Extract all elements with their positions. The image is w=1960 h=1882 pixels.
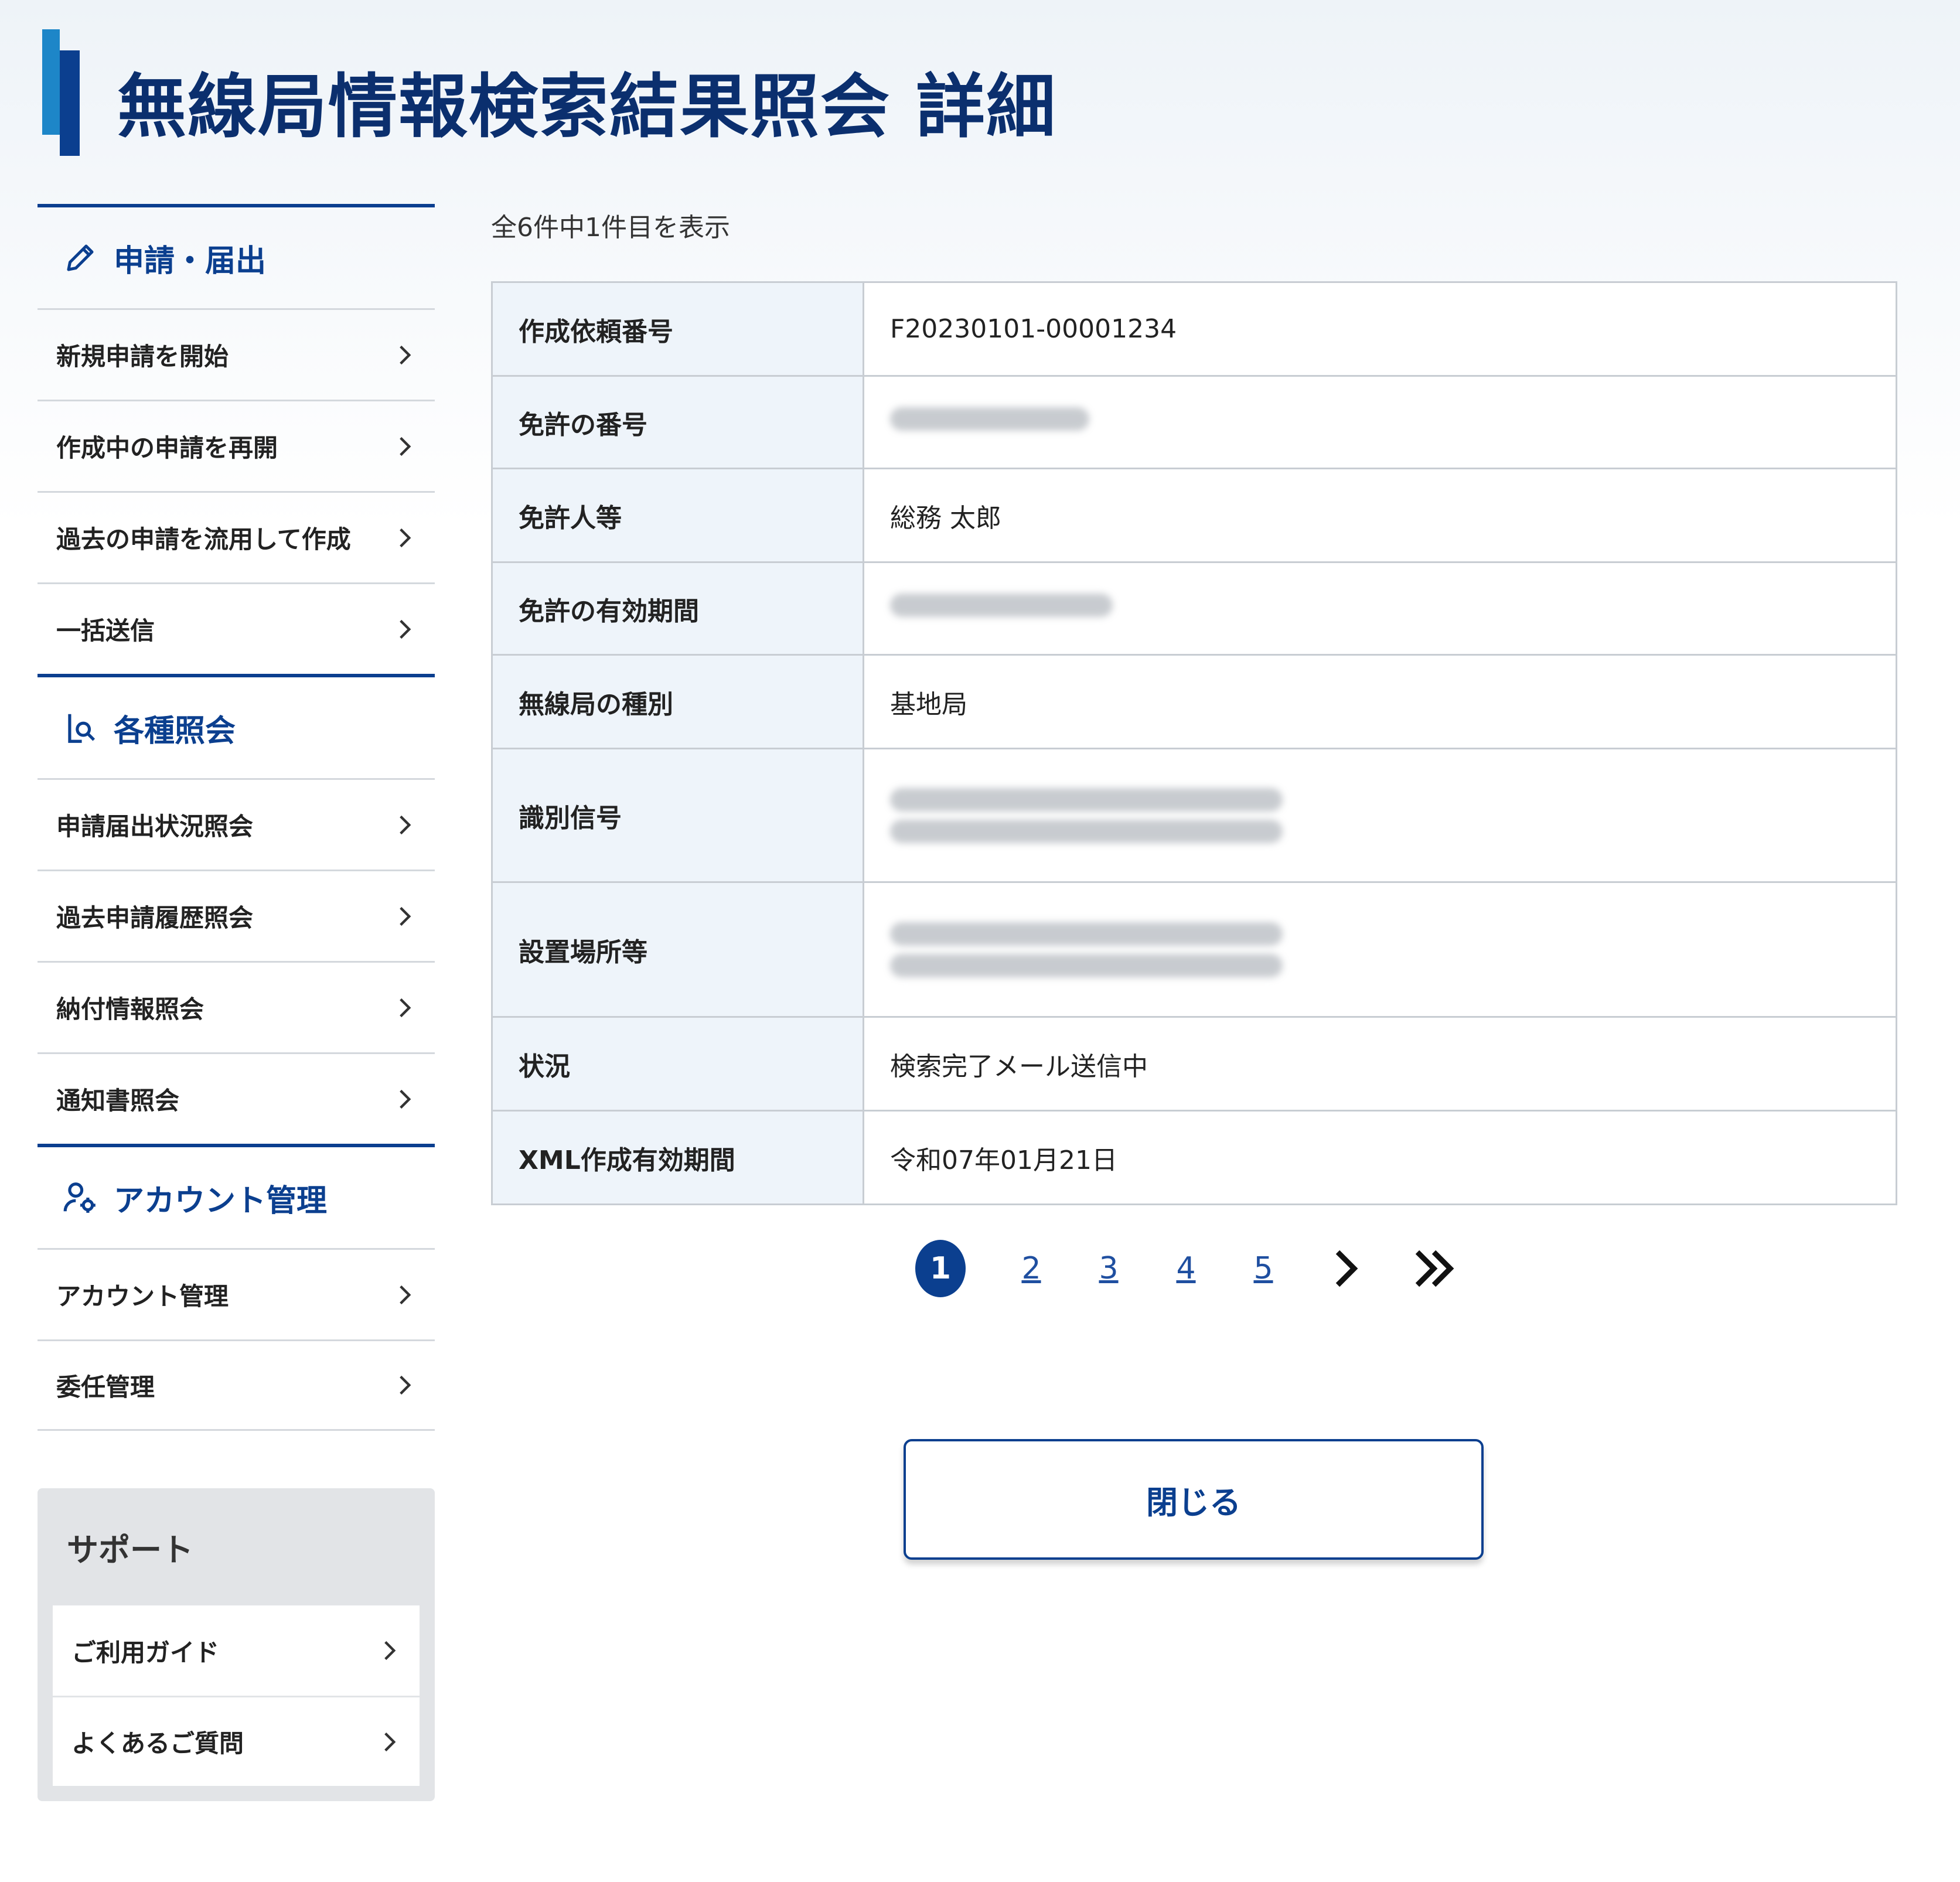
- page-link-5[interactable]: 5: [1225, 1251, 1302, 1286]
- close-button[interactable]: 閉じる: [904, 1439, 1484, 1560]
- result-count: 全6件中1件目を表示: [491, 213, 730, 243]
- support-panel: サポート ご利用ガイド よくあるご質問: [38, 1488, 435, 1801]
- chevron-right-icon: [395, 1089, 415, 1109]
- table-row: 免許人等 総務 太郎: [491, 468, 1897, 563]
- page-link-2[interactable]: 2: [993, 1251, 1070, 1286]
- chevron-right-icon: [395, 619, 415, 639]
- page-link-3[interactable]: 3: [1070, 1251, 1147, 1286]
- sidebar: 申請・届出 新規申請を開始 作成中の申請を再開 過去の申請を流用して作成 一括送…: [38, 204, 435, 1431]
- table-row: XML作成有効期間 令和07年01月21日: [491, 1110, 1897, 1205]
- page-current: 1: [915, 1240, 966, 1297]
- chevron-right-icon: [395, 998, 415, 1018]
- table-row: 状況 検索完了メール送信中: [491, 1016, 1897, 1112]
- sidebar-item-history-inquiry[interactable]: 過去申請履歴照会: [38, 870, 435, 961]
- sidebar-item-reuse-application[interactable]: 過去の申請を流用して作成: [38, 491, 435, 582]
- sidebar-item-label: 通知書照会: [56, 1086, 180, 1115]
- row-value-redacted: [863, 561, 1897, 656]
- sidebar-section-inquiry: 各種照会: [38, 674, 435, 778]
- row-value-redacted: [863, 881, 1897, 1018]
- user-gear-icon: [61, 1178, 100, 1217]
- sidebar-item-resume-application[interactable]: 作成中の申請を再開: [38, 400, 435, 491]
- chevron-right-icon: [395, 1285, 415, 1305]
- document-search-icon: [61, 708, 100, 747]
- row-value: 総務 太郎: [863, 468, 1897, 563]
- support-item-faq[interactable]: よくあるご質問: [53, 1696, 420, 1786]
- sidebar-section-account: アカウント管理: [38, 1144, 435, 1248]
- chevron-right-icon: [395, 437, 415, 456]
- chevron-right-icon: [380, 1732, 400, 1752]
- row-value: 令和07年01月21日: [863, 1110, 1897, 1205]
- row-value: F20230101-00001234: [863, 281, 1897, 377]
- detail-table: 作成依頼番号 F20230101-00001234 免許の番号 免許人等 総務 …: [491, 281, 1897, 1205]
- sidebar-item-new-application[interactable]: 新規申請を開始: [38, 308, 435, 400]
- table-row: 免許の番号: [491, 375, 1897, 469]
- sidebar-section-application: 申請・届出: [38, 204, 435, 308]
- table-row: 免許の有効期間: [491, 561, 1897, 656]
- chevron-right-icon: [380, 1641, 400, 1661]
- chevron-right-icon: [395, 815, 415, 835]
- table-row: 無線局の種別 基地局: [491, 654, 1897, 749]
- row-label: 作成依頼番号: [491, 281, 864, 377]
- sidebar-section-title: アカウント管理: [114, 1183, 328, 1219]
- row-label: XML作成有効期間: [491, 1110, 864, 1205]
- support-item-label: ご利用ガイド: [71, 1638, 220, 1667]
- last-page-icon[interactable]: [1390, 1248, 1478, 1289]
- sidebar-item-delegation-management[interactable]: 委任管理: [38, 1339, 435, 1431]
- pagination: 1 2 3 4 5: [915, 1236, 1478, 1301]
- table-row: 識別信号: [491, 748, 1897, 883]
- row-value: 検索完了メール送信中: [863, 1016, 1897, 1112]
- sidebar-item-label: 過去の申請を流用して作成: [56, 525, 351, 554]
- sidebar-item-label: アカウント管理: [56, 1282, 229, 1311]
- row-label: 免許の番号: [491, 375, 864, 469]
- page-header: 無線局情報検索結果照会 詳細: [42, 27, 1917, 156]
- row-value-redacted: [863, 375, 1897, 469]
- sidebar-item-payment-inquiry[interactable]: 納付情報照会: [38, 961, 435, 1052]
- page: 無線局情報検索結果照会 詳細 申請・届出 新規申請を開始 作成中の申請を再開 過…: [0, 0, 1960, 1882]
- chevron-right-icon: [395, 345, 415, 365]
- row-label: 識別信号: [491, 748, 864, 883]
- sidebar-item-account-management[interactable]: アカウント管理: [38, 1248, 435, 1339]
- title-accent-bar: [42, 29, 80, 158]
- sidebar-section-title: 各種照会: [114, 713, 236, 749]
- sidebar-item-label: 一括送信: [56, 616, 155, 645]
- sidebar-item-label: 申請届出状況照会: [56, 812, 254, 841]
- sidebar-item-label: 作成中の申請を再開: [56, 434, 278, 462]
- row-value: 基地局: [863, 654, 1897, 749]
- row-label: 状況: [491, 1016, 864, 1112]
- row-label: 無線局の種別: [491, 654, 864, 749]
- table-row: 設置場所等: [491, 881, 1897, 1018]
- row-value-redacted: [863, 748, 1897, 883]
- sidebar-item-status-inquiry[interactable]: 申請届出状況照会: [38, 778, 435, 870]
- sidebar-item-label: 納付情報照会: [56, 995, 204, 1024]
- chevron-right-icon: [395, 528, 415, 548]
- row-label: 免許人等: [491, 468, 864, 563]
- table-row: 作成依頼番号 F20230101-00001234: [491, 281, 1897, 377]
- pencil-icon: [61, 238, 100, 277]
- support-item-label: よくあるご質問: [71, 1729, 244, 1758]
- next-page-icon[interactable]: [1302, 1248, 1390, 1289]
- sidebar-item-label: 委任管理: [56, 1372, 155, 1402]
- sidebar-section-title: 申請・届出: [114, 243, 267, 279]
- chevron-right-icon: [395, 906, 415, 926]
- sidebar-item-label: 過去申請履歴照会: [56, 904, 254, 932]
- page-link-4[interactable]: 4: [1147, 1251, 1225, 1286]
- sidebar-item-bulk-send[interactable]: 一括送信: [38, 582, 435, 674]
- sidebar-item-notice-inquiry[interactable]: 通知書照会: [38, 1052, 435, 1144]
- page-title: 無線局情報検索結果照会 詳細: [117, 66, 1057, 147]
- row-label: 設置場所等: [491, 881, 864, 1018]
- support-item-guide[interactable]: ご利用ガイド: [53, 1605, 420, 1696]
- chevron-right-icon: [395, 1375, 415, 1395]
- row-label: 免許の有効期間: [491, 561, 864, 656]
- support-title: サポート: [67, 1531, 193, 1569]
- sidebar-item-label: 新規申請を開始: [56, 342, 229, 371]
